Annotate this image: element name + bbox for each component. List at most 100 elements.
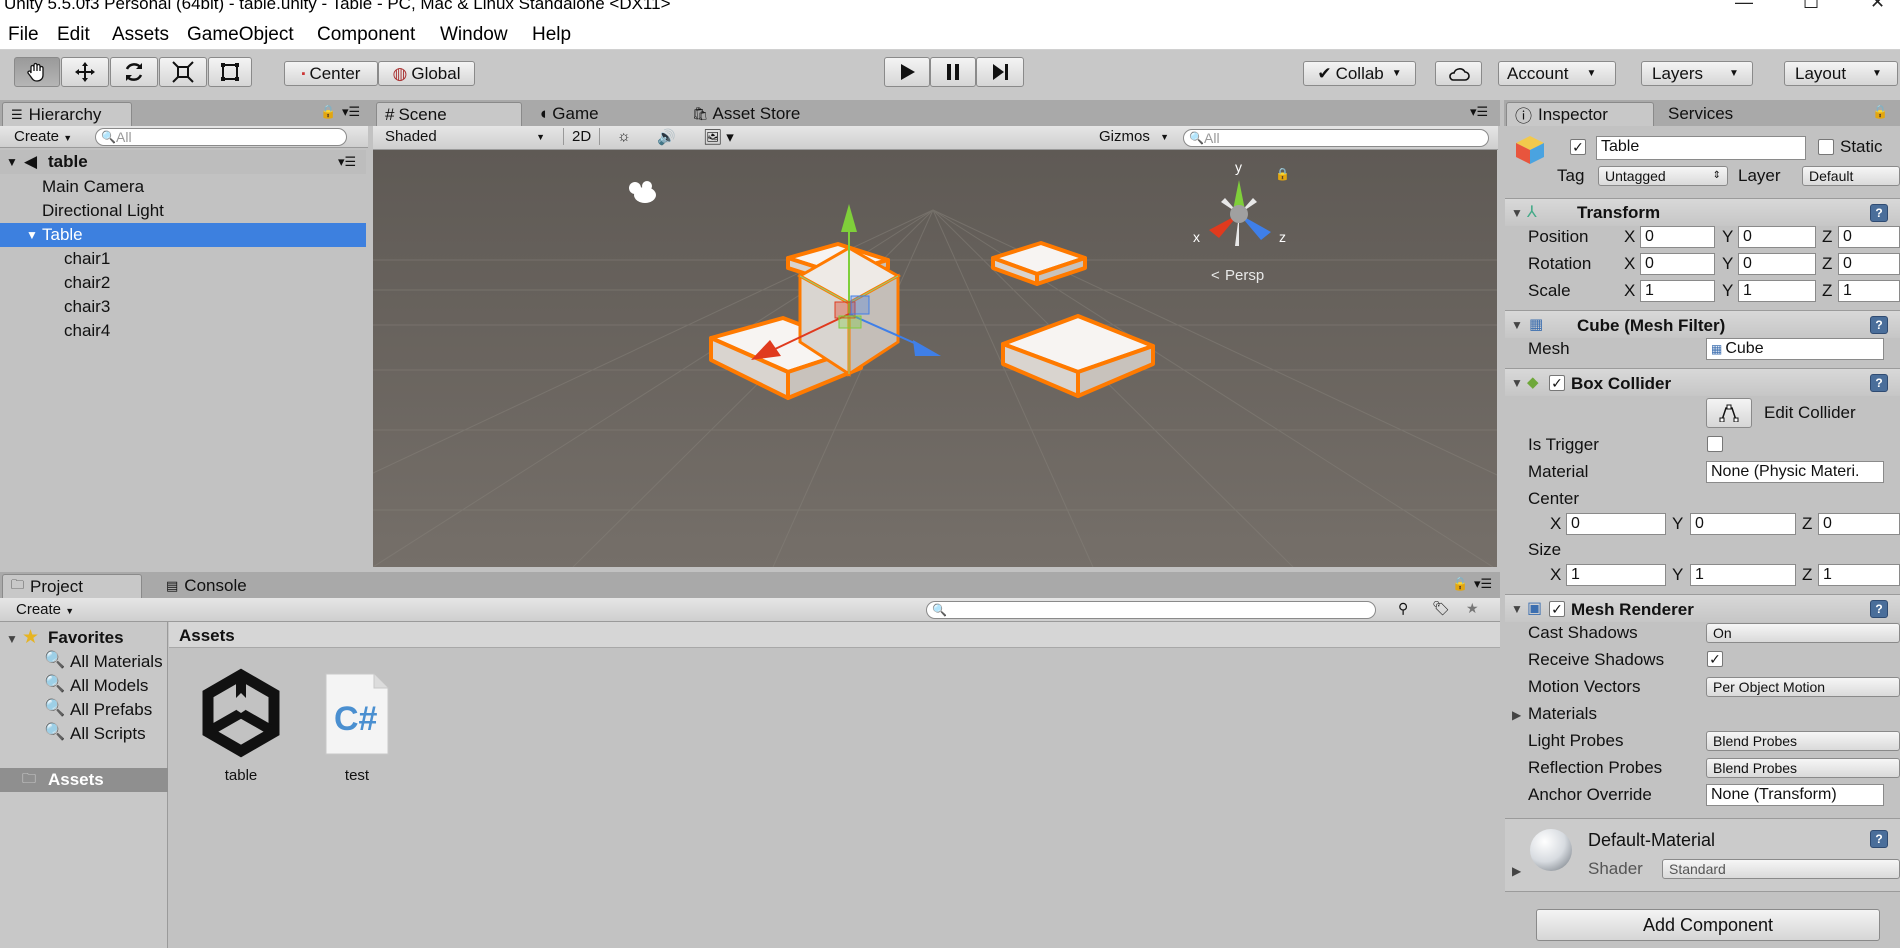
active-checkbox[interactable]: ✓ xyxy=(1570,139,1586,155)
layout-dropdown[interactable]: Layout ▼ xyxy=(1784,61,1898,86)
position-x-field[interactable]: 0 xyxy=(1640,226,1715,248)
menu-assets[interactable]: Assets xyxy=(112,24,169,46)
help-icon[interactable]: ? xyxy=(1870,830,1888,848)
is-trigger-checkbox[interactable] xyxy=(1707,436,1723,452)
cloud-button[interactable] xyxy=(1435,61,1482,86)
rotation-z-field[interactable]: 0 xyxy=(1838,253,1900,275)
label-tag-icon[interactable]: 🏷 xyxy=(1432,600,1450,617)
menu-edit[interactable]: Edit xyxy=(57,24,90,46)
help-icon[interactable]: ? xyxy=(1870,204,1888,222)
center-z-field[interactable]: 0 xyxy=(1818,513,1900,535)
scene-menu-icon[interactable]: ▾☰ xyxy=(338,150,356,174)
material-fold-icon[interactable]: ▶ xyxy=(1512,864,1521,878)
scene-viewport[interactable]: y x z < Persp 🔒 xyxy=(373,150,1497,567)
scale-z-field[interactable]: 1 xyxy=(1838,280,1900,302)
receive-shadows-checkbox[interactable]: ✓ xyxy=(1707,651,1723,667)
center-y-field[interactable]: 0 xyxy=(1690,513,1796,535)
hierarchy-item-selected[interactable]: ▼ Table xyxy=(0,223,366,247)
close-icon[interactable]: ✕ xyxy=(1870,0,1885,13)
hierarchy-item[interactable]: Directional Light xyxy=(0,199,366,223)
create-dropdown[interactable]: Create ▼ xyxy=(14,128,72,145)
move-tool-button[interactable] xyxy=(61,57,109,87)
favorites-label[interactable]: Favorites xyxy=(48,628,124,648)
scale-y-field[interactable]: 1 xyxy=(1738,280,1816,302)
fold-arrow-icon[interactable]: ▼ xyxy=(1511,206,1523,220)
menu-gameobject[interactable]: GameObject xyxy=(187,24,294,46)
asset-item[interactable] xyxy=(196,668,286,758)
favorite-item[interactable]: All Prefabs xyxy=(70,700,152,720)
pause-button[interactable] xyxy=(930,57,976,87)
rotate-tool-button[interactable] xyxy=(110,57,158,87)
hierarchy-item[interactable]: chair3 xyxy=(0,295,366,319)
panel-menu-icon[interactable]: ▾☰ xyxy=(1470,104,1488,120)
scene-search-input[interactable]: 🔍 All xyxy=(1183,129,1489,147)
shading-mode-dropdown[interactable]: Shaded ▼ xyxy=(379,128,551,148)
help-icon[interactable]: ? xyxy=(1870,600,1888,618)
layers-dropdown[interactable]: Layers ▼ xyxy=(1641,61,1753,86)
menu-window[interactable]: Window xyxy=(440,24,508,46)
favorite-item[interactable]: All Scripts xyxy=(70,724,146,744)
hand-tool-button[interactable] xyxy=(14,57,60,87)
reflection-probes-dropdown[interactable]: Blend Probes xyxy=(1706,758,1900,778)
mesh-field[interactable]: ▦ Cube xyxy=(1706,338,1884,360)
panel-menu-icon[interactable]: ▾☰ xyxy=(1474,576,1492,592)
account-dropdown[interactable]: Account ▼ xyxy=(1498,61,1616,86)
cast-shadows-dropdown[interactable]: On xyxy=(1706,623,1900,643)
audio-toggle-icon[interactable]: 🔊 xyxy=(657,128,676,146)
project-search-input[interactable]: 🔍 xyxy=(926,601,1376,619)
position-y-field[interactable]: 0 xyxy=(1738,226,1816,248)
tab-console[interactable]: ▤ Console xyxy=(158,574,288,598)
effects-dropdown-icon[interactable]: 🖼 ▾ xyxy=(703,128,734,146)
hierarchy-search-input[interactable]: 🔍 All xyxy=(95,128,347,146)
mesh-filter-header[interactable]: ▼ ▦ Cube (Mesh Filter) ? xyxy=(1505,310,1900,338)
collab-dropdown[interactable]: ✔ Collab ▼ xyxy=(1303,61,1416,86)
create-dropdown[interactable]: Create ▼ xyxy=(16,601,74,618)
scene-root-row[interactable]: ▼ ◀ table ▾☰ xyxy=(0,150,366,174)
tab-inspector[interactable]: ⓘ Inspector xyxy=(1506,102,1654,126)
star-icon[interactable]: ★ xyxy=(1466,600,1479,617)
transform-header[interactable]: ▼ ⅄ Transform ? xyxy=(1505,198,1900,226)
size-z-field[interactable]: 1 xyxy=(1818,564,1900,586)
tab-scene[interactable]: # Scene xyxy=(376,102,522,126)
favorite-item[interactable]: All Materials xyxy=(70,652,163,672)
mesh-renderer-header[interactable]: ▼ ▣ ✓ Mesh Renderer ? xyxy=(1505,594,1900,622)
expand-arrow-icon[interactable]: ▼ xyxy=(26,223,38,247)
pivot-center-button[interactable]: ▪ Center xyxy=(284,61,378,86)
physic-material-field[interactable]: None (Physic Materi. xyxy=(1706,461,1884,483)
edit-collider-button[interactable] xyxy=(1706,398,1752,428)
shader-dropdown[interactable]: Standard xyxy=(1662,859,1900,879)
menu-help[interactable]: Help xyxy=(532,24,571,46)
fold-arrow-icon[interactable]: ▼ xyxy=(1511,376,1523,390)
tab-hierarchy[interactable]: ☰ Hierarchy xyxy=(2,102,132,126)
breadcrumb-assets[interactable]: Assets xyxy=(179,626,235,646)
play-button[interactable] xyxy=(884,57,930,87)
rotation-x-field[interactable]: 0 xyxy=(1640,253,1715,275)
persp-label[interactable]: Persp xyxy=(1225,267,1264,284)
maximize-icon[interactable]: ☐ xyxy=(1803,0,1819,13)
lighting-toggle-icon[interactable]: ☼ xyxy=(617,128,631,145)
hierarchy-item[interactable]: Main Camera xyxy=(0,175,366,199)
add-component-button[interactable]: Add Component xyxy=(1536,909,1880,941)
light-probes-dropdown[interactable]: Blend Probes xyxy=(1706,731,1900,751)
tab-game[interactable]: ◖ Game xyxy=(530,102,660,126)
box-collider-header[interactable]: ▼ ◆ ✓ Box Collider ? xyxy=(1505,368,1900,396)
2d-toggle[interactable]: 2D xyxy=(563,128,601,145)
lock-icon[interactable]: 🔒 xyxy=(320,104,336,120)
center-x-field[interactable]: 0 xyxy=(1566,513,1666,535)
anchor-override-field[interactable]: None (Transform) xyxy=(1706,784,1884,806)
scene-lock-icon[interactable]: 🔒 xyxy=(1275,167,1290,181)
tab-services[interactable]: Services xyxy=(1660,102,1770,126)
size-y-field[interactable]: 1 xyxy=(1690,564,1796,586)
lock-icon[interactable]: 🔒 xyxy=(1452,576,1468,592)
menu-component[interactable]: Component xyxy=(317,24,415,46)
size-x-field[interactable]: 1 xyxy=(1566,564,1666,586)
fold-arrow-icon[interactable]: ▼ xyxy=(1511,602,1523,616)
favorite-item[interactable]: All Models xyxy=(70,676,148,696)
panel-menu-icon[interactable]: ▾☰ xyxy=(342,104,360,120)
materials-label[interactable]: Materials xyxy=(1528,704,1597,724)
tag-dropdown[interactable]: Untagged ⇕ xyxy=(1598,166,1728,186)
help-icon[interactable]: ? xyxy=(1870,374,1888,392)
rect-tool-button[interactable] xyxy=(208,57,252,87)
gizmos-dropdown[interactable]: Gizmos ▼ xyxy=(1093,128,1171,148)
hierarchy-item[interactable]: chair4 xyxy=(0,319,366,343)
